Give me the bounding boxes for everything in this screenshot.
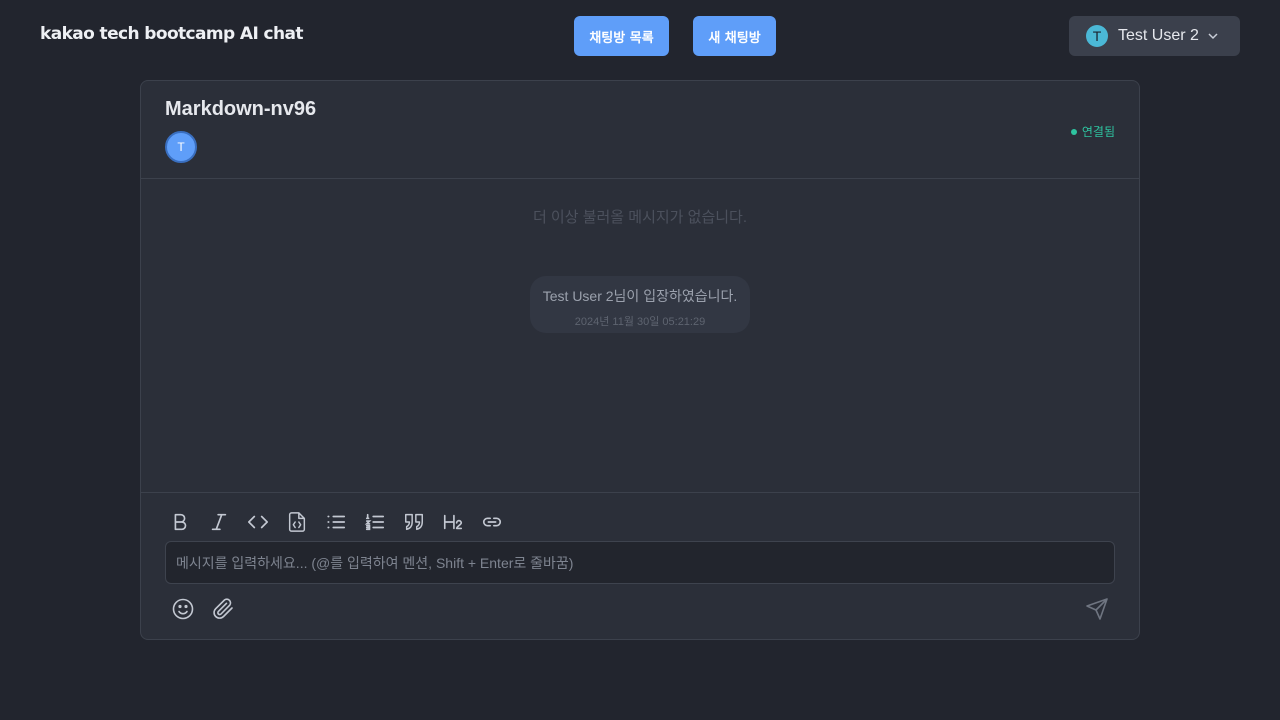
user-name: Test User 2 — [1118, 27, 1199, 44]
send-button[interactable] — [1084, 596, 1110, 622]
emoji-icon — [172, 598, 194, 620]
link-button[interactable] — [481, 509, 520, 535]
chat-list-button[interactable]: 채팅방 목록 — [574, 16, 669, 56]
heading-button[interactable] — [442, 509, 481, 535]
system-message-time: 2024년 11월 30일 05:21:29 — [574, 316, 706, 328]
attach-file-button[interactable] — [210, 596, 236, 622]
connection-status: 연결됨 — [1070, 123, 1115, 140]
italic-icon — [211, 513, 227, 531]
code-block-button[interactable] — [286, 509, 325, 535]
status-dot-icon — [1070, 128, 1077, 135]
top-bar: kakao tech bootcamp AI chat 채팅방 목록 새 채팅방… — [0, 0, 1280, 72]
message-input[interactable] — [165, 541, 1115, 584]
numbered-list-icon — [364, 513, 385, 531]
app-logo[interactable]: kakao tech bootcamp AI chat — [40, 24, 303, 44]
quote-button[interactable] — [403, 509, 442, 535]
user-menu[interactable]: T Test User 2 — [1069, 16, 1240, 56]
bold-icon — [174, 513, 187, 531]
chevron-down-icon — [1208, 33, 1218, 40]
quote-icon — [405, 513, 423, 531]
markdown-toolbar — [169, 509, 520, 535]
code-button[interactable] — [247, 509, 286, 535]
paperclip-icon — [213, 598, 233, 619]
chat-room-card: Markdown-nv96 T 연결됨 더 이상 불러올 메시지가 없습니다. … — [140, 80, 1140, 640]
link-icon — [482, 517, 502, 527]
bullet-list-icon — [327, 515, 346, 529]
participant-avatar[interactable]: T — [165, 131, 197, 163]
bullet-list-button[interactable] — [325, 509, 364, 535]
emoji-button[interactable] — [170, 596, 196, 622]
connection-status-label: 연결됨 — [1081, 125, 1115, 139]
code-icon — [248, 515, 268, 529]
message-list[interactable]: 더 이상 불러올 메시지가 없습니다. Test User 2님이 입장하였습니… — [141, 180, 1139, 492]
heading-icon — [443, 514, 463, 530]
room-title: Markdown-nv96 — [165, 98, 317, 120]
send-icon — [1086, 598, 1108, 620]
system-message: Test User 2님이 입장하였습니다. 2024년 11월 30일 05:… — [530, 276, 750, 333]
bold-button[interactable] — [169, 509, 208, 535]
no-more-messages: 더 이상 불러올 메시지가 없습니다. — [532, 209, 748, 226]
numbered-list-button[interactable] — [364, 509, 403, 535]
italic-button[interactable] — [208, 509, 247, 535]
code-block-icon — [288, 512, 306, 532]
chat-room-header: Markdown-nv96 T 연결됨 — [141, 81, 1139, 179]
system-message-text: Test User 2님이 입장하였습니다. — [542, 288, 738, 304]
new-chat-button[interactable]: 새 채팅방 — [693, 16, 776, 56]
message-composer — [141, 492, 1139, 639]
avatar: T — [1086, 25, 1108, 47]
